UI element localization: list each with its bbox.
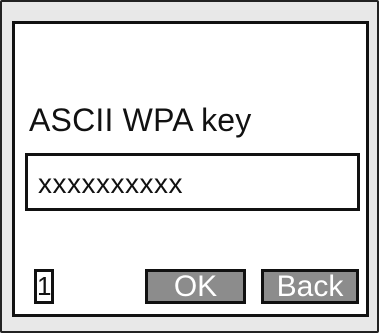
- prompt-label: ASCII WPA key: [29, 102, 252, 138]
- wpa-key-input[interactable]: xxxxxxxxxx: [25, 153, 360, 211]
- device-frame: ASCII WPA key xxxxxxxxxx 1 OK Back: [0, 0, 379, 333]
- page-indicator: 1: [34, 269, 54, 304]
- ok-button[interactable]: OK: [145, 269, 246, 304]
- wpa-key-value: xxxxxxxxxx: [38, 168, 183, 199]
- back-button[interactable]: Back: [261, 269, 359, 304]
- lcd-screen: ASCII WPA key xxxxxxxxxx 1 OK Back: [12, 21, 369, 317]
